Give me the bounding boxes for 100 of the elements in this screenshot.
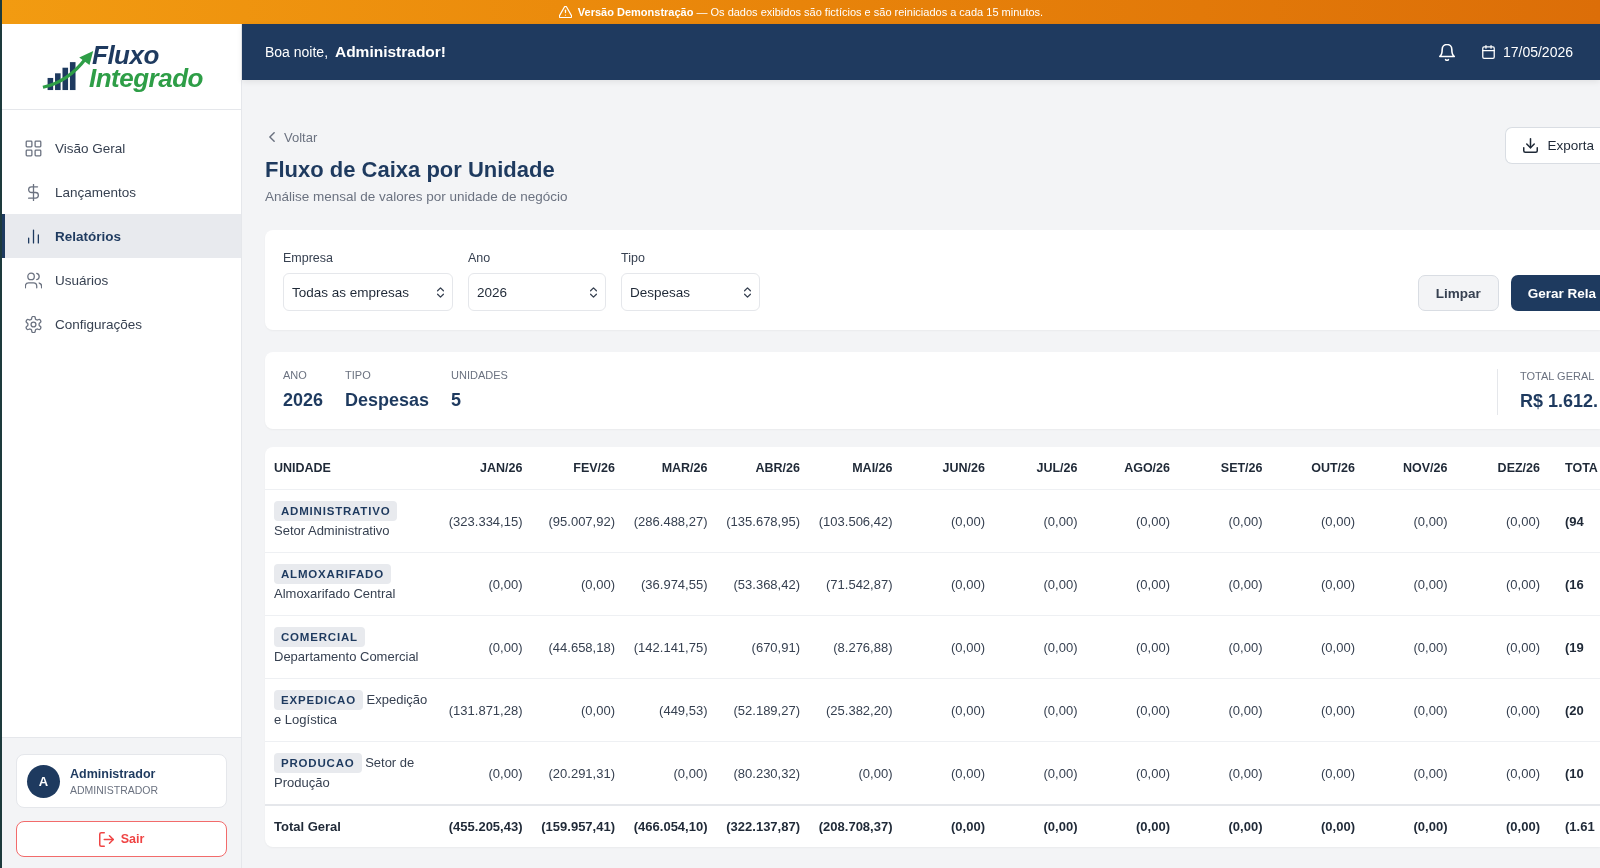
unit-label: EXPEDICAO Expedição e Logística: [274, 690, 429, 729]
updown-chevron-icon: [744, 286, 751, 298]
unit-label: COMERCIAL Departamento Comercial: [274, 627, 430, 667]
page-title: Fluxo de Caixa por Unidade: [265, 156, 556, 184]
amount: (0,00): [1228, 819, 1263, 834]
dollar-icon: [25, 183, 42, 201]
amount: (0,00): [1321, 819, 1355, 834]
logout-icon: [98, 831, 114, 847]
nav-item[interactable]: Lançamentos: [2, 170, 241, 214]
download-icon: [1523, 138, 1539, 153]
amount: (0,00): [951, 765, 985, 781]
amount: (0,00): [1413, 765, 1448, 781]
amount: (0,00): [1043, 819, 1078, 834]
banner-text: Versão Demonstração — Os dados exibidos são fictícios e são reiniciados a cada 15 minutos.: [577, 6, 1044, 18]
amount: (0,00): [951, 819, 985, 834]
nav-item[interactable]: Visão Geral: [2, 126, 241, 170]
unit-label: PRODUCAO Setor de Produção: [274, 753, 416, 792]
export-button[interactable]: Exporta: [1505, 127, 1600, 164]
amount: (0,00): [1043, 765, 1078, 781]
amount: (0,00): [1136, 702, 1170, 718]
back-link[interactable]: Voltar: [269, 128, 318, 146]
users-icon: [25, 271, 42, 289]
summary-value: 2026: [283, 389, 324, 412]
amount: (0,00): [1043, 576, 1078, 592]
unit-label: ADMINISTRATIVO Setor Administrativo: [274, 501, 430, 541]
amount: (0,00): [1413, 819, 1448, 834]
amount: (0,00): [1228, 513, 1263, 529]
amount: (0,00): [1506, 702, 1540, 718]
amount: (20: [1565, 702, 1584, 718]
bar-chart-icon: [25, 227, 42, 245]
column-header: ABR/26: [755, 461, 800, 475]
amount: (142.141,75): [633, 639, 708, 655]
unit-label: ALMOXARIFADO Almoxarifado Central: [274, 564, 430, 604]
amount: (323.334,15): [448, 513, 523, 529]
amount: (0,00): [1506, 819, 1540, 834]
amount: (0,00): [1136, 513, 1170, 529]
summary-label: TOTAL GERAL: [1520, 369, 1596, 383]
nav-item[interactable]: Usuários: [2, 258, 241, 302]
amount: (0,00): [1136, 639, 1170, 655]
column-header: JAN/26: [480, 461, 523, 475]
field-label: Tipo: [621, 250, 646, 266]
logout-button[interactable]: Sair: [16, 821, 227, 857]
amount: (466.054,10): [633, 819, 708, 834]
amount: (53.368,42): [733, 576, 800, 592]
column-header: AGO/26: [1124, 461, 1170, 475]
amount: (95.007,92): [548, 513, 615, 529]
chevron-left-icon: [269, 132, 275, 142]
column-header: JUL/26: [1036, 461, 1078, 475]
amount: (0,00): [673, 765, 708, 781]
amount: (449,53): [659, 702, 708, 718]
dropdown-field[interactable]: Despesas: [621, 273, 760, 311]
user-role: ADMINISTRADOR: [70, 783, 159, 796]
amount: (0,00): [1321, 576, 1355, 592]
column-header: OUT/26: [1311, 461, 1355, 475]
summary-label: UNIDADES: [451, 368, 508, 382]
amount: (0,00): [951, 513, 985, 529]
amount: (36.974,55): [641, 576, 708, 592]
nav-item[interactable]: Relatórios: [2, 214, 241, 258]
summary-label: ANO: [283, 368, 308, 382]
amount: (19: [1565, 639, 1584, 655]
dropdown-field[interactable]: Todas as empresas: [283, 273, 453, 311]
amount: (0,00): [1506, 513, 1540, 529]
summary-value: Despesas: [345, 389, 430, 412]
amount: (131.871,28): [448, 702, 523, 718]
amount: (10: [1565, 765, 1584, 781]
summary-value: 5: [451, 389, 463, 412]
amount: (0,00): [951, 702, 985, 718]
amount: (25.382,20): [826, 702, 893, 718]
page-subtitle: Análise mensal de valores por unidade de negócio: [265, 188, 568, 206]
amount: (0,00): [1228, 702, 1263, 718]
amount: (0,00): [1228, 639, 1263, 655]
amount: (0,00): [1043, 639, 1078, 655]
amount: (0,00): [1413, 702, 1448, 718]
user-name: Administrador: [70, 766, 157, 781]
bell-icon[interactable]: [1438, 43, 1455, 61]
column-header: MAI/26: [852, 461, 893, 475]
amount: (94: [1565, 513, 1584, 529]
amount: (0,00): [581, 702, 615, 718]
amount: (0,00): [1506, 576, 1540, 592]
amount: (0,00): [1136, 765, 1170, 781]
amount: (0,00): [1228, 765, 1263, 781]
amount: (71.542,87): [826, 576, 893, 592]
amount: (670,91): [751, 639, 800, 655]
action-button[interactable]: Gerar Rela: [1510, 275, 1600, 311]
total-label: Total Geral: [274, 819, 341, 834]
dropdown-field[interactable]: 2026: [468, 273, 606, 311]
amount: (16: [1565, 576, 1584, 592]
amount: (0,00): [1506, 765, 1540, 781]
amount: (0,00): [1413, 513, 1448, 529]
amount: (0,00): [1043, 702, 1078, 718]
amount: (103.506,42): [818, 513, 893, 529]
column-header: TOTA: [1565, 461, 1598, 475]
amount: (286.488,27): [633, 513, 708, 529]
amount: (0,00): [1136, 576, 1170, 592]
summary-label: TIPO: [345, 368, 372, 382]
settings-icon: [25, 315, 42, 333]
nav-item[interactable]: Configurações: [2, 302, 241, 346]
amount: (0,00): [1136, 819, 1170, 834]
action-button[interactable]: Limpar: [1417, 275, 1499, 311]
amount: (20.291,31): [548, 765, 615, 781]
